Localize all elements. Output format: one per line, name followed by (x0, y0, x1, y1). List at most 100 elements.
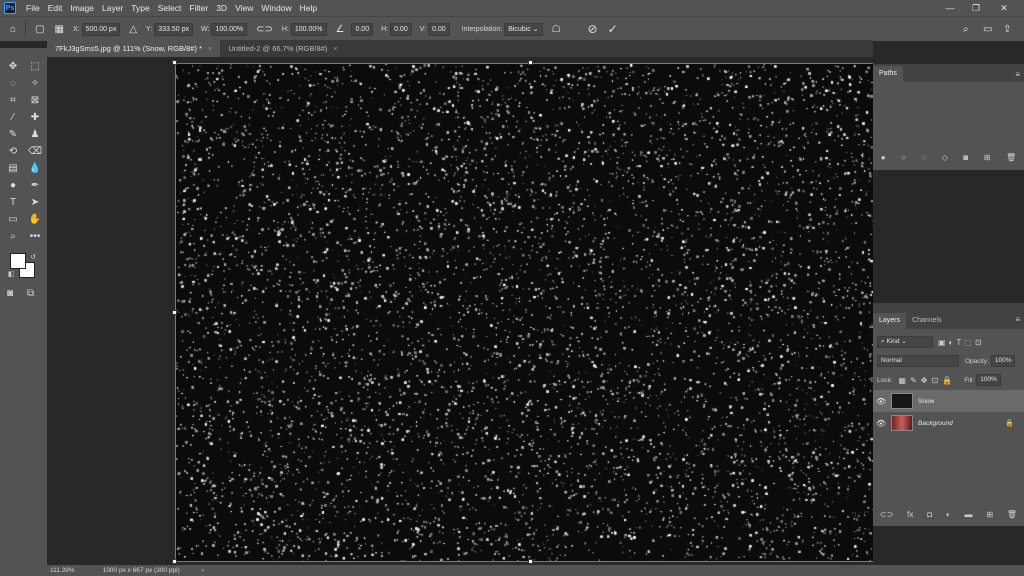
restore-button[interactable]: ❐ (966, 0, 986, 16)
transform-handle-bottom[interactable] (528, 559, 533, 564)
opacity-field[interactable]: 100% (990, 355, 1016, 367)
warp-icon[interactable]: ☖ (552, 24, 561, 35)
eyedropper-tool-icon[interactable]: ⁄ (2, 109, 24, 126)
height-field[interactable]: 100.00% (290, 22, 327, 36)
add-mask-icon[interactable]: ◘ (927, 510, 932, 519)
workspace-icon[interactable]: ▭ (983, 24, 992, 35)
lasso-tool-icon[interactable]: ◌ (2, 75, 24, 92)
default-colors-icon[interactable]: ◧ (8, 270, 15, 278)
delete-path-icon[interactable]: 🗑 (1006, 153, 1016, 162)
quick-mask-icon[interactable]: ◙ (7, 288, 13, 299)
layer-style-icon[interactable]: fx (907, 510, 913, 519)
panel-menu-icon[interactable]: ≡ (1015, 70, 1020, 79)
transform-handle-left[interactable] (172, 310, 177, 315)
blend-mode-select[interactable]: Normal (877, 355, 959, 367)
transform-handle-top-left[interactable] (172, 60, 177, 65)
link-icon[interactable]: ⊂⊃ (256, 24, 273, 35)
home-icon[interactable]: ⌂ (10, 24, 16, 35)
foreground-color-swatch[interactable] (10, 253, 26, 269)
cancel-transform-icon[interactable]: ⊘ (588, 22, 598, 36)
eraser-tool-icon[interactable]: ⌫ (24, 143, 46, 160)
x-field[interactable]: 500.00 px (81, 22, 121, 36)
tab-untitled-2[interactable]: Untitled-2 @ 66.7% (RGB/8#) × (220, 40, 345, 57)
load-selection-icon[interactable]: ◌ (921, 153, 926, 162)
close-window-button[interactable]: ✕ (994, 0, 1014, 16)
y-field[interactable]: 333.50 px (154, 22, 194, 36)
link-layers-icon[interactable]: ⊂⊃ (880, 510, 893, 519)
tab-channels[interactable]: Channels (906, 313, 948, 329)
vskew-field[interactable]: 0.00 (428, 22, 450, 36)
filter-type-icons[interactable]: ▣◐T⬚⊡ (938, 338, 985, 347)
brush-tool-icon[interactable]: ✎ (2, 126, 24, 143)
delete-layer-icon[interactable]: 🗑 (1007, 510, 1017, 519)
fill-path-icon[interactable]: ● (881, 153, 886, 162)
interpolation-select[interactable]: Bicubic ⌄ (504, 22, 543, 36)
share-icon[interactable]: ⇪ (1003, 24, 1011, 35)
tab-paths[interactable]: Paths (873, 66, 903, 82)
menu-view[interactable]: View (231, 3, 257, 13)
menu-type[interactable]: Type (127, 3, 153, 13)
adjustment-layer-icon[interactable]: ◐ (946, 510, 951, 519)
hand-tool-icon[interactable]: ✋ (24, 211, 46, 228)
menu-select[interactable]: Select (154, 3, 186, 13)
delta-icon[interactable]: △ (129, 24, 137, 35)
tab-layers[interactable]: Layers (873, 313, 907, 329)
marquee-tool-icon[interactable]: ⬚ (24, 58, 46, 75)
transform-handle-bottom-left[interactable] (172, 559, 177, 564)
filter-kind-select[interactable]: ⌕ Kind ⌄ (877, 336, 933, 348)
search-icon[interactable]: ⌕ (963, 24, 969, 35)
stamp-tool-icon[interactable]: ♟ (24, 126, 46, 143)
new-layer-icon[interactable]: ⊞ (986, 510, 993, 519)
layer-row-background[interactable]: 👁 Background 🔒 (873, 412, 1024, 434)
close-tab-icon[interactable]: × (208, 40, 212, 57)
close-tab-icon[interactable]: × (333, 40, 337, 57)
swap-colors-icon[interactable]: ↺ (30, 253, 36, 261)
visibility-eye-icon[interactable]: 👁 (873, 397, 889, 406)
reference-point-icon[interactable]: ▢ (35, 24, 44, 35)
make-work-path-icon[interactable]: ◇ (942, 153, 948, 162)
angle-field[interactable]: 0.00 (351, 22, 374, 36)
frame-tool-icon[interactable]: ⊠ (24, 92, 46, 109)
menu-filter[interactable]: Filter (185, 3, 212, 13)
transform-handle-top[interactable] (528, 60, 533, 65)
gradient-tool-icon[interactable]: ▤ (2, 160, 24, 177)
panel-menu-icon[interactable]: ≡ (1015, 315, 1020, 324)
type-tool-icon[interactable]: T (2, 194, 24, 211)
menu-3d[interactable]: 3D (212, 3, 231, 13)
hskew-field[interactable]: 0.00 (390, 22, 412, 36)
lock-icons[interactable]: ▦✎✥⊡🔒 (899, 376, 957, 385)
pen-tool-icon[interactable]: ✒ (24, 177, 46, 194)
magic-wand-tool-icon[interactable]: ✧ (24, 75, 46, 92)
menu-window[interactable]: Window (257, 3, 295, 13)
new-path-icon[interactable]: ⊞ (984, 153, 991, 162)
menu-edit[interactable]: Edit (44, 3, 67, 13)
status-menu-arrow-icon[interactable]: › (202, 567, 204, 574)
move-tool-icon[interactable]: ✥ (2, 58, 24, 75)
more-tools-icon[interactable]: ••• (24, 228, 46, 245)
tab-snow-document[interactable]: 7FkJ3gSms5.jpg @ 111% (Snow, RGB/8#) * × (47, 40, 221, 57)
add-mask-icon[interactable]: ◙ (963, 153, 968, 162)
path-selection-tool-icon[interactable]: ➤ (24, 194, 46, 211)
document-canvas[interactable] (175, 63, 886, 562)
zoom-level[interactable]: 111.39% (50, 567, 75, 574)
rectangle-tool-icon[interactable]: ▭ (2, 211, 24, 228)
new-group-icon[interactable]: ▬ (965, 510, 973, 519)
fill-field[interactable]: 100% (976, 374, 1001, 386)
screen-mode-icon[interactable]: ⧉ (27, 288, 34, 299)
dodge-tool-icon[interactable]: ● (2, 177, 24, 194)
blur-tool-icon[interactable]: 💧 (24, 160, 46, 177)
history-brush-tool-icon[interactable]: ⟲ (2, 143, 24, 160)
width-field[interactable]: 100.00% (211, 22, 248, 36)
visibility-eye-icon[interactable]: 👁 (873, 419, 889, 428)
menu-file[interactable]: File (22, 3, 44, 13)
reference-grid-icon[interactable]: ▦ (55, 24, 64, 35)
layer-row-snow[interactable]: 👁 Snow (873, 390, 1024, 412)
zoom-tool-icon[interactable]: ⌕ (2, 228, 24, 245)
stroke-path-icon[interactable]: ○ (901, 153, 906, 162)
menu-image[interactable]: Image (66, 3, 98, 13)
minimize-button[interactable]: — (940, 0, 960, 16)
healing-brush-tool-icon[interactable]: ✚ (24, 109, 46, 126)
menu-layer[interactable]: Layer (98, 3, 127, 13)
menu-help[interactable]: Help (296, 3, 321, 13)
commit-transform-icon[interactable]: ✓ (608, 22, 618, 36)
